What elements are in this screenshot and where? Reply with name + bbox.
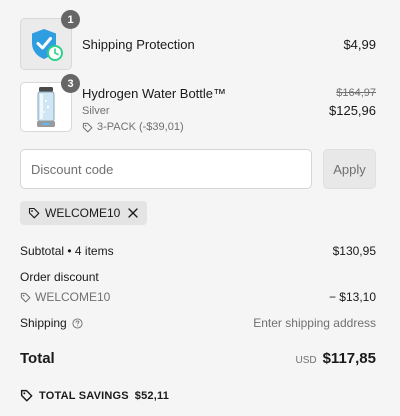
subtotal-label: Subtotal • 4 items	[20, 244, 114, 258]
order-discount-row: Order discount	[20, 270, 376, 284]
shield-check-icon	[32, 29, 63, 61]
tag-icon	[82, 122, 93, 132]
item-discount: 3-PACK (-$39,01)	[82, 121, 329, 133]
quantity-badge: 3	[61, 74, 80, 93]
order-discount-value: − $13,10	[328, 290, 376, 304]
remove-discount-icon[interactable]	[128, 208, 139, 218]
product-thumbnail: 3	[20, 74, 80, 132]
line-item-water-bottle: 3 Hydrogen Water Bottle™ Silver 3-PACK (…	[20, 74, 376, 133]
order-discount-code-row: WELCOME10 − $13,10	[20, 290, 376, 304]
order-discount-label: Order discount	[20, 270, 99, 284]
item-variant: Silver	[82, 105, 110, 117]
subtotal-row: Subtotal • 4 items $130,95	[20, 244, 376, 258]
item-discount-label: 3-PACK (-$39,01)	[97, 121, 184, 133]
order-discount-code-label: WELCOME10	[35, 290, 111, 304]
applied-discount-code: WELCOME10	[45, 206, 121, 220]
shipping-label: Shipping	[20, 316, 67, 330]
item-price: $4,99	[343, 36, 376, 52]
product-thumbnail: 1	[20, 10, 80, 70]
item-info: Hydrogen Water Bottle™ Silver 3-PACK (-$…	[82, 82, 329, 133]
savings-label: TOTAL SAVINGS	[39, 389, 129, 402]
applied-discount-chip: WELCOME10	[20, 201, 148, 225]
apply-button[interactable]: Apply	[323, 149, 376, 189]
discount-code-row: Apply	[20, 149, 376, 189]
item-original-price: $164,97	[336, 87, 376, 99]
help-icon[interactable]	[72, 317, 83, 329]
savings-value: $52,11	[134, 389, 170, 402]
total-value: $117,85	[322, 350, 376, 367]
total-row: Total USD $117,85	[20, 350, 376, 367]
shipping-row: Shipping Enter shipping address	[20, 316, 376, 330]
order-discount-code: WELCOME10	[20, 290, 110, 304]
water-bottle-icon	[37, 87, 55, 127]
item-price-column: $164,97 $125,96	[329, 82, 376, 132]
item-name: Hydrogen Water Bottle™	[82, 86, 227, 101]
tag-icon	[28, 207, 40, 219]
item-info: Shipping Protection	[82, 18, 343, 70]
total-savings: TOTAL SAVINGS $52,11	[20, 389, 169, 402]
tag-icon	[20, 389, 33, 402]
discount-code-input[interactable]	[20, 149, 312, 189]
total-amount: USD $117,85	[295, 350, 376, 367]
subtotal-value: $130,95	[332, 244, 376, 258]
quantity-badge: 1	[61, 10, 80, 29]
currency-code: USD	[295, 355, 317, 366]
item-price: $125,96	[329, 103, 376, 118]
shipping-label-group: Shipping	[20, 316, 87, 330]
shipping-value: Enter shipping address	[253, 316, 376, 330]
tag-icon	[20, 292, 31, 302]
line-item-shipping-protection: 1 Shipping Protection $4,99	[20, 10, 376, 70]
total-label: Total	[20, 350, 55, 367]
item-price-column: $4,99	[343, 18, 376, 70]
item-name: Shipping Protection	[82, 36, 195, 52]
